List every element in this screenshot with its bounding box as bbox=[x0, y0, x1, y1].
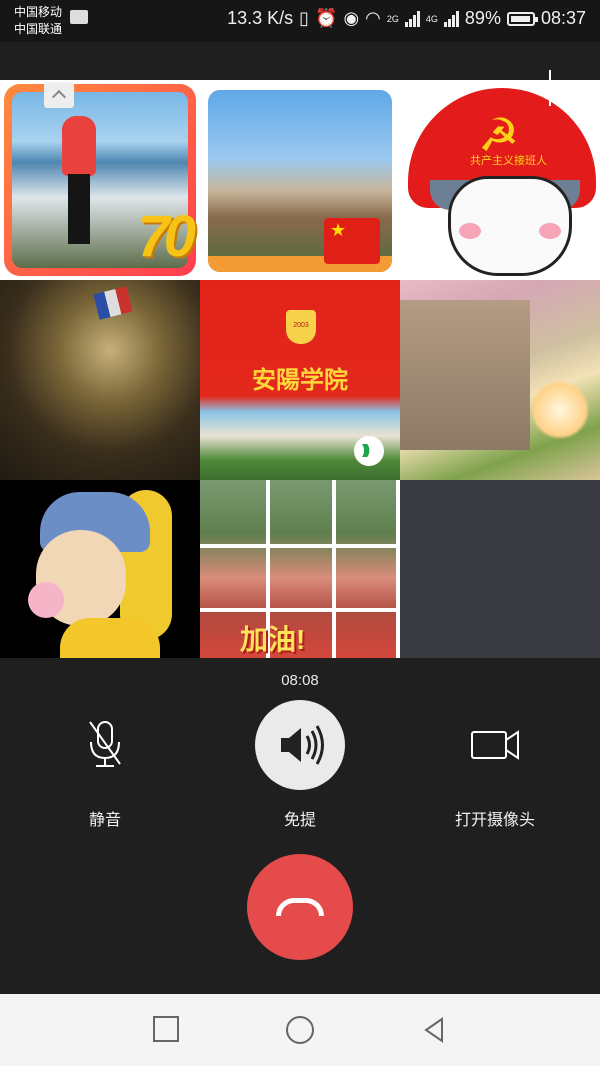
painting-image bbox=[0, 280, 200, 480]
microphone-off-icon bbox=[60, 700, 150, 790]
sim1-label: 4G bbox=[425, 13, 438, 24]
wifi-icon: ◠ bbox=[365, 8, 381, 28]
frame-line bbox=[200, 608, 400, 612]
building-photo bbox=[400, 280, 600, 480]
signal-icon-sim1 bbox=[443, 10, 459, 27]
recent-apps-icon[interactable] bbox=[153, 1016, 179, 1042]
girl-body bbox=[60, 618, 160, 658]
signal-icon-sim2 bbox=[404, 10, 420, 27]
hang-up-icon bbox=[276, 898, 324, 916]
tricolor-flag bbox=[93, 286, 133, 320]
sim2-label: 2G bbox=[386, 13, 399, 24]
meme-face bbox=[448, 176, 572, 276]
network-speed: 13.3 K/s bbox=[227, 8, 294, 28]
cheer-text: 加油! bbox=[240, 624, 306, 655]
avatar-frame: 70 bbox=[4, 84, 196, 276]
speaker-button[interactable]: 免提 bbox=[220, 700, 380, 830]
flag-icon bbox=[324, 218, 380, 264]
window-photo: 加油! bbox=[200, 480, 400, 658]
carrier-1: 中国移动 bbox=[14, 5, 63, 19]
participant-tile-5[interactable]: 2003 安陽学院 bbox=[200, 280, 400, 480]
participant-tile-3[interactable]: ☭ 共产主义接班人 bbox=[400, 80, 600, 280]
frame-line bbox=[200, 544, 400, 548]
camera-label: 打开摄像头 bbox=[454, 812, 535, 829]
meme-avatar: ☭ 共产主义接班人 bbox=[400, 80, 600, 280]
blush-right bbox=[539, 223, 561, 239]
home-icon[interactable] bbox=[286, 1016, 314, 1044]
status-bar: 中国移动 中国联通 13.3 K/s ▯ ⏰ ◉ ◠ 2G 4G 89% 08:… bbox=[0, 0, 600, 42]
frame-line bbox=[332, 480, 336, 658]
eye-icon: ◉ bbox=[343, 8, 360, 28]
empty-tile bbox=[400, 480, 600, 658]
hang-up-button[interactable] bbox=[247, 854, 353, 960]
call-controls: 08:08 静音 免提 打开摄像头 bbox=[0, 658, 600, 994]
girl-illustration bbox=[0, 480, 200, 658]
participant-tile-6[interactable] bbox=[400, 280, 600, 480]
speaking-indicator-icon bbox=[354, 436, 384, 466]
city-photo bbox=[208, 90, 392, 272]
blush-left bbox=[459, 223, 481, 239]
activity-icon bbox=[70, 10, 88, 24]
vibrate-icon: ▯ bbox=[299, 8, 310, 28]
clock: 08:37 bbox=[540, 8, 586, 28]
call-duration: 08:08 bbox=[281, 672, 319, 689]
carrier-info: 中国移动 中国联通 bbox=[14, 4, 62, 38]
anniversary-overlay: 70 bbox=[137, 204, 195, 269]
system-nav-bar bbox=[0, 994, 600, 1066]
speaker-label: 免提 bbox=[283, 812, 316, 829]
building-wall bbox=[400, 300, 530, 450]
video-camera-icon bbox=[450, 700, 540, 790]
call-header bbox=[0, 42, 600, 80]
bubble-gum bbox=[28, 582, 64, 618]
carrier-2: 中国联通 bbox=[14, 22, 63, 36]
mute-button[interactable]: 静音 bbox=[25, 700, 185, 830]
back-icon[interactable] bbox=[420, 1016, 448, 1044]
participant-tile-2[interactable] bbox=[200, 80, 400, 280]
mute-label: 静音 bbox=[88, 812, 121, 829]
school-image: 2003 安陽学院 bbox=[200, 280, 400, 480]
status-indicators: 13.3 K/s ▯ ⏰ ◉ ◠ 2G 4G 89% 08:37 bbox=[227, 8, 586, 29]
school-crest: 2003 bbox=[286, 310, 316, 344]
school-name: 安陽学院 bbox=[252, 365, 348, 394]
participant-tile-8[interactable]: 加油! bbox=[200, 480, 400, 658]
person-figure bbox=[62, 116, 96, 176]
alarm-icon: ⏰ bbox=[315, 8, 338, 28]
battery-percent: 89% bbox=[464, 8, 501, 28]
battery-icon bbox=[506, 11, 538, 26]
sun-glow bbox=[530, 380, 590, 440]
participant-tile-4[interactable] bbox=[0, 280, 200, 480]
speaker-icon bbox=[255, 700, 345, 790]
participant-tile-1[interactable]: 70 bbox=[0, 80, 200, 280]
participant-grid: 70 ☭ 共产主义接班人 2003 bbox=[0, 80, 600, 658]
person-legs bbox=[68, 174, 90, 244]
participant-tile-7[interactable] bbox=[0, 480, 200, 658]
crest-year: 2003 bbox=[293, 322, 309, 329]
collapse-button[interactable] bbox=[44, 82, 74, 108]
add-participant-icon[interactable] bbox=[540, 70, 560, 110]
helmet-text: 共产主义接班人 bbox=[470, 155, 547, 167]
camera-button[interactable]: 打开摄像头 bbox=[415, 700, 575, 830]
